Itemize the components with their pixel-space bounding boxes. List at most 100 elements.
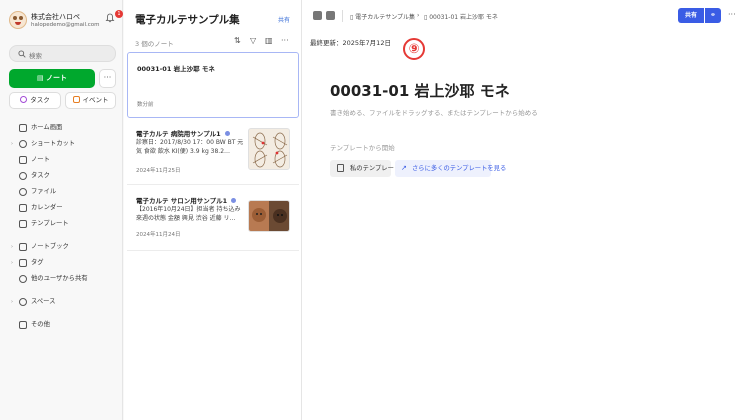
chevron-right-icon[interactable]: ›: [11, 239, 13, 255]
step-marker: ⑨: [403, 38, 425, 60]
new-event-label: イベント: [82, 96, 109, 104]
new-note-button[interactable]: ▤ ノート: [9, 69, 95, 88]
new-event-button[interactable]: イベント: [65, 92, 116, 109]
create-more-button[interactable]: ···: [99, 69, 116, 88]
tag-icon: [19, 259, 27, 267]
note-more-button[interactable]: ···: [728, 10, 736, 19]
sidebar-nav: ホーム画面 › ショートカット ノート タスク ファイル カレンダー テンプレート…: [8, 120, 118, 333]
note-editor: ▯ 電子カルテサンプル集 › ▯ 00031-01 岩上沙耶 モネ 共有 ⚭ ·…: [302, 0, 750, 420]
chevron-right-icon[interactable]: ›: [11, 294, 13, 310]
last-updated: 最終更新：2025年7月12日: [310, 39, 391, 47]
note-card-snippet: 診察日：2017/8/30 17：00 BW BT 元気 食欲 飲水 KI(便)…: [136, 139, 244, 155]
note-card-date: 2024年11月25日: [136, 168, 181, 174]
sidebar-item-label: タスク: [31, 172, 50, 179]
notification-badge: 1: [115, 10, 123, 18]
sidebar-item-label: カレンダー: [31, 204, 63, 211]
list-item[interactable]: 00031-01 岩上沙耶 モネ 数分前: [127, 52, 299, 118]
topbar-divider: [342, 10, 343, 22]
note-card-date: 2024年11月24日: [136, 232, 181, 238]
sidebar-item-templates[interactable]: テンプレート: [8, 216, 118, 232]
account-name: 株式会社ハロペ: [31, 13, 80, 21]
list-more-icon[interactable]: ···: [281, 36, 289, 45]
sidebar-item-notebooks[interactable]: › ノートブック: [8, 239, 118, 255]
list-divider: [127, 250, 299, 251]
sidebar-item-tags[interactable]: › タグ: [8, 255, 118, 271]
copy-link-button[interactable]: ⚭: [705, 8, 721, 23]
breadcrumb-note-label: 00031-01 岩上沙耶 モネ: [429, 14, 498, 21]
list-item[interactable]: 電子カルテ サロン用サンプル1 【2016年10月24日】担当者 持ち込み 來週…: [127, 192, 299, 250]
notebook-share-button[interactable]: 共有: [278, 15, 290, 24]
search-placeholder: 検索: [29, 52, 42, 60]
sidebar-item-notes[interactable]: ノート: [8, 152, 118, 168]
note-icon: ▤: [36, 74, 47, 82]
sidebar-item-files[interactable]: ファイル: [8, 184, 118, 200]
editor-topbar: ▯ 電子カルテサンプル集 › ▯ 00031-01 岩上沙耶 モネ 共有 ⚭ ·…: [302, 0, 750, 32]
note-card-title: 電子カルテ サロン用サンプル1: [136, 195, 237, 205]
template-icon: [337, 164, 344, 172]
grid-icon: [19, 321, 27, 329]
account-switcher[interactable]: 株式会社ハロペ halopedemo@gmail.com 1: [9, 10, 123, 32]
dog-photo-icon: [252, 208, 287, 223]
sidebar-item-label: ファイル: [31, 188, 57, 195]
notebook-title: 電子カルテサンプル集: [135, 14, 240, 26]
sidebar: 株式会社ハロペ halopedemo@gmail.com 1 検索 ▤ ノート …: [0, 0, 123, 420]
sidebar-item-spaces[interactable]: › スペース: [8, 294, 118, 310]
note-card-date: 数分前: [137, 102, 154, 108]
note-thumbnail-image: [248, 128, 290, 170]
calendar-icon: [72, 96, 80, 103]
collapse-sidebar-icon[interactable]: [313, 11, 322, 20]
shared-dot-icon: [231, 198, 237, 203]
search-icon: [18, 50, 26, 58]
star-icon: [19, 140, 27, 148]
template-icon: [19, 220, 27, 228]
share-button[interactable]: 共有: [678, 8, 704, 23]
home-icon: [19, 124, 27, 132]
more-templates-button[interactable]: ↗ さらに多くのテンプレートを見る: [395, 160, 506, 177]
my-templates-button[interactable]: 私のテンプレート: [330, 160, 400, 177]
list-item[interactable]: 電子カルテ 病院用サンプル1 診察日：2017/8/30 17：00 BW BT…: [127, 125, 299, 183]
view-options-icon[interactable]: ▥: [265, 36, 273, 45]
list-toolbar: ⇅ ▽ ▥ ···: [234, 36, 296, 46]
sidebar-item-label: ショートカット: [31, 140, 76, 147]
sort-icon[interactable]: ⇅: [234, 36, 241, 45]
sidebar-item-label: スペース: [31, 298, 56, 305]
sidebar-item-label: ホーム画面: [31, 124, 63, 131]
note-card-title: 電子カルテ 病院用サンプル1: [136, 128, 230, 138]
note-card-title-text: 電子カルテ サロン用サンプル1: [136, 197, 228, 205]
anatomy-diagram-icon: [252, 132, 288, 168]
account-email: halopedemo@gmail.com: [31, 22, 100, 28]
chevron-right-icon[interactable]: ›: [11, 136, 13, 152]
search-input[interactable]: 検索: [9, 45, 116, 62]
sidebar-item-tasks[interactable]: タスク: [8, 168, 118, 184]
bell-icon[interactable]: [105, 13, 115, 23]
sidebar-item-label: テンプレート: [31, 220, 69, 227]
chevron-right-icon[interactable]: ›: [11, 255, 13, 271]
editor-body-placeholder[interactable]: 書き始める、ファイルをドラッグする、またはテンプレートから始める: [330, 107, 538, 117]
breadcrumb-notebook[interactable]: ▯ 電子カルテサンプル集: [350, 12, 415, 21]
sidebar-item-more[interactable]: その他: [8, 317, 118, 333]
attachment-icon: [19, 188, 27, 196]
notebook-icon: [19, 243, 27, 251]
sidebar-item-label: 他のユーザから共有: [31, 275, 88, 282]
task-icon: [20, 96, 28, 103]
shared-users-icon: [19, 275, 27, 283]
sidebar-item-label: タグ: [31, 259, 44, 266]
sidebar-item-calendar[interactable]: カレンダー: [8, 200, 118, 216]
note-card-snippet: 【2016年10月24日】担当者 持ち込み 來週の状態 金額 興見 渋谷 近藤 …: [136, 206, 241, 222]
note-icon: [19, 156, 27, 164]
list-divider: [127, 184, 299, 185]
note-title-input[interactable]: 00031-01 岩上沙耶 モネ: [330, 80, 510, 101]
new-task-button[interactable]: タスク: [9, 92, 61, 109]
sidebar-item-shared[interactable]: 他のユーザから共有: [8, 271, 118, 287]
sidebar-item-home[interactable]: ホーム画面: [8, 120, 118, 136]
sidebar-item-shortcuts[interactable]: › ショートカット: [8, 136, 118, 152]
filter-icon[interactable]: ▽: [250, 36, 256, 45]
breadcrumb-notebook-label: 電子カルテサンプル集: [355, 14, 416, 21]
breadcrumb-note[interactable]: ▯ 00031-01 岩上沙耶 モネ: [424, 12, 498, 21]
expand-icon[interactable]: [326, 11, 335, 20]
note-list: 電子カルテサンプル集 共有 3 個のノート ⇅ ▽ ▥ ··· 00031-01…: [124, 0, 302, 420]
note-thumbnail-image: [248, 200, 290, 232]
my-templates-label: 私のテンプレート: [350, 165, 401, 172]
